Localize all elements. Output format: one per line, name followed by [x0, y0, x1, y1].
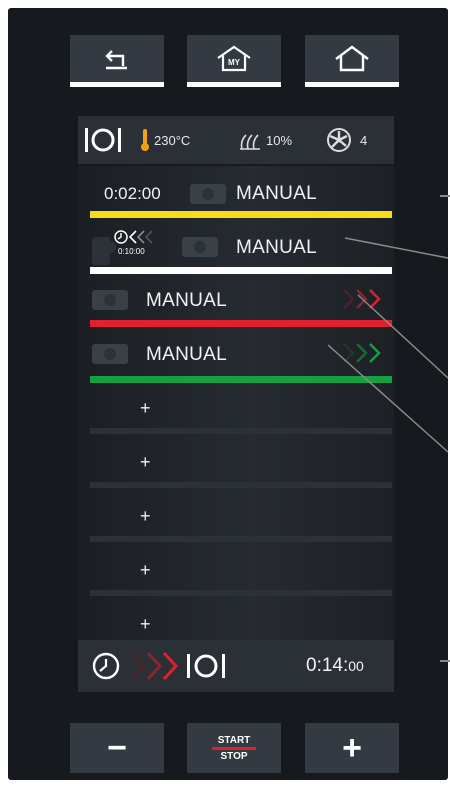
callout-leaders — [327, 237, 449, 453]
